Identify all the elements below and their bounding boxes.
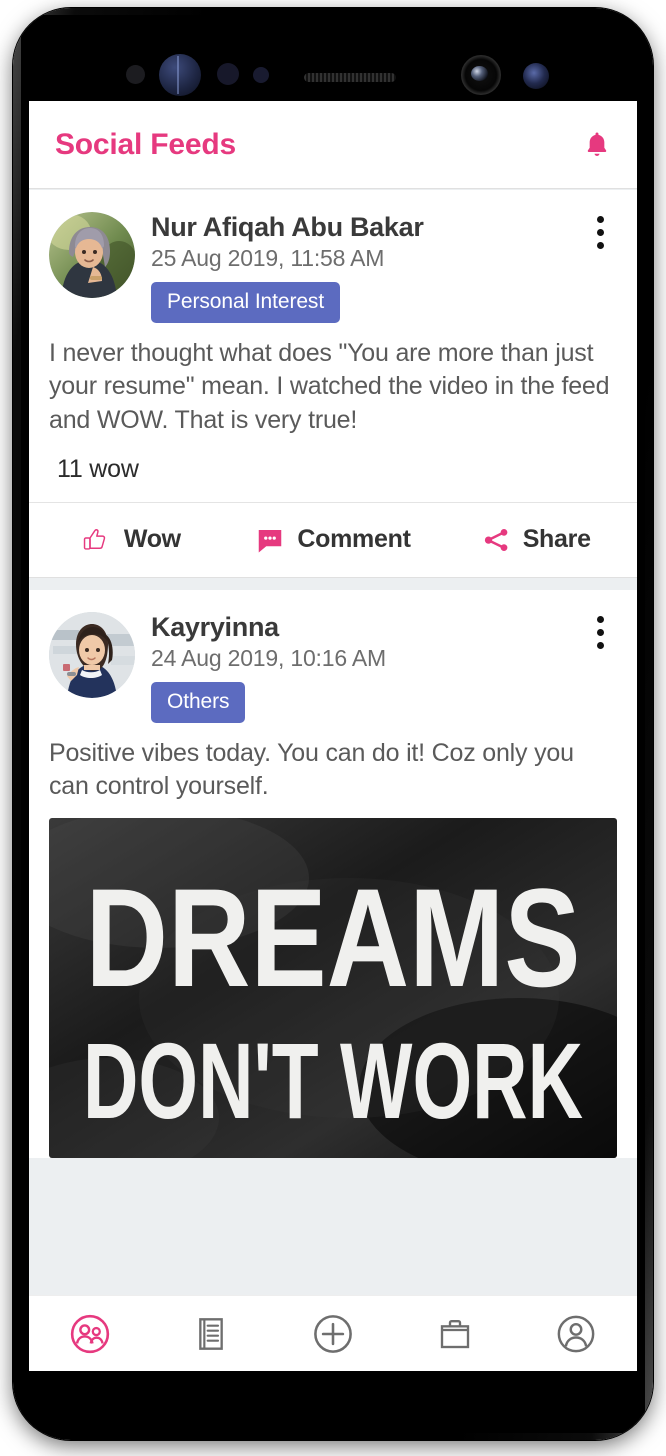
post-card: Kayryinna 24 Aug 2019, 10:16 AM Others P…: [29, 589, 637, 1158]
post-body-text: Positive vibes today. You can do it! Coz…: [49, 739, 574, 801]
share-button[interactable]: Share: [434, 503, 637, 577]
post-card: Nur Afiqah Abu Bakar 25 Aug 2019, 11:58 …: [29, 190, 637, 578]
feed-divider: [29, 577, 637, 590]
ir-sensor-icon: [253, 67, 269, 83]
bottom-navigation-bar: [29, 1295, 637, 1371]
phone-screen: Social Feeds Nur Afiqah Abu Bakar 25 Aug…: [29, 101, 637, 1371]
sidebar-item-social-feeds[interactable]: [29, 1313, 151, 1355]
post-image-text-line1: DREAMS: [85, 860, 580, 1016]
phone-frame: Social Feeds Nur Afiqah Abu Bakar 25 Aug…: [13, 8, 653, 1440]
plus-circle-icon: [314, 1314, 352, 1353]
secondary-camera-icon: [523, 63, 549, 89]
sidebar-item-profile[interactable]: [515, 1313, 637, 1355]
wow-label: Wow: [123, 525, 181, 554]
comment-label: Comment: [297, 525, 411, 554]
share-label: Share: [522, 525, 591, 554]
phone-top-bezel: [21, 15, 645, 101]
avatar[interactable]: [49, 611, 135, 698]
kebab-menu-icon[interactable]: [585, 612, 615, 653]
post-author-name[interactable]: Nur Afiqah Abu Bakar: [151, 212, 619, 242]
post-body-text: I never thought what does "You are more …: [49, 339, 610, 434]
post-action-bar: Wow Comment Share: [29, 501, 637, 578]
post-author-block: Kayryinna 24 Aug 2019, 10:16 AM Others: [135, 612, 619, 723]
avatar[interactable]: [49, 212, 135, 298]
sidebar-item-news[interactable]: [151, 1314, 273, 1354]
post-timestamp: 24 Aug 2019, 10:16 AM: [151, 645, 386, 672]
person-circle-icon: [557, 1315, 595, 1352]
iris-scanner-icon: [159, 54, 201, 96]
post-author-block: Nur Afiqah Abu Bakar 25 Aug 2019, 11:58 …: [135, 212, 619, 324]
phone-bottom-bezel: [21, 1371, 645, 1433]
people-circle-icon: [70, 1314, 109, 1353]
proximity-sensor-icon: [126, 65, 145, 84]
earpiece-speaker-icon: [304, 73, 396, 82]
feed-scroll-container[interactable]: Nur Afiqah Abu Bakar 25 Aug 2019, 11:58 …: [29, 190, 637, 1371]
post-category-badge[interactable]: Others: [151, 682, 246, 723]
post-timestamp: 25 Aug 2019, 11:58 AM: [151, 245, 385, 272]
comment-button[interactable]: Comment: [232, 503, 435, 577]
post-image[interactable]: DREAMS DON'T WORK: [29, 804, 637, 1158]
comment-bubble-icon: [259, 529, 282, 553]
page-title: Social Feeds: [55, 127, 237, 161]
post-header: Kayryinna 24 Aug 2019, 10:16 AM Others: [29, 590, 637, 723]
thumbs-up-icon: [83, 528, 106, 550]
document-list-icon: [199, 1317, 224, 1350]
post-header: Nur Afiqah Abu Bakar 25 Aug 2019, 11:58 …: [29, 190, 637, 324]
post-image-text-line2: DON'T WORK: [83, 1020, 583, 1141]
sidebar-item-create[interactable]: [272, 1312, 394, 1356]
sidebar-item-jobs[interactable]: [394, 1314, 516, 1354]
app-header: Social Feeds: [29, 101, 637, 189]
post-author-name[interactable]: Kayryinna: [151, 612, 619, 642]
post-reaction-count[interactable]: 11 wow: [29, 437, 637, 502]
wow-button[interactable]: Wow: [29, 503, 232, 577]
kebab-menu-icon[interactable]: [585, 212, 615, 253]
bell-icon[interactable]: [581, 128, 613, 162]
front-camera-icon: [461, 55, 501, 95]
light-sensor-icon: [217, 63, 239, 85]
share-nodes-icon: [484, 528, 508, 551]
phone-inner-body: Social Feeds Nur Afiqah Abu Bakar 25 Aug…: [21, 15, 645, 1433]
post-category-badge[interactable]: Personal Interest: [151, 282, 341, 324]
briefcase-icon: [440, 1319, 469, 1348]
